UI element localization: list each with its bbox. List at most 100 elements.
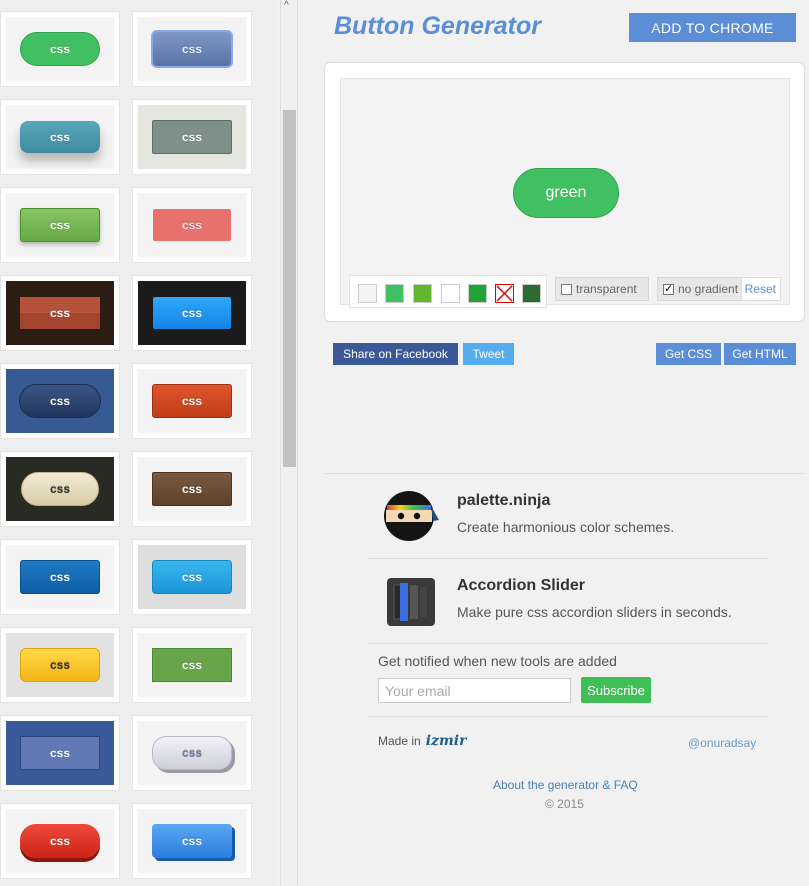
no-gradient-label: no gradient <box>678 282 739 296</box>
swatch-dark-green[interactable] <box>468 284 487 303</box>
sample-button[interactable]: css <box>20 736 100 770</box>
gallery-tile-gray-flat[interactable]: css <box>132 99 252 175</box>
tool-name: palette.ninja <box>457 492 551 509</box>
tile-background: css <box>6 633 114 697</box>
tile-background: css <box>138 457 246 521</box>
reset-button[interactable]: Reset <box>741 277 781 301</box>
sample-button[interactable]: css <box>151 30 233 68</box>
sample-button[interactable]: css <box>21 472 99 506</box>
sample-button[interactable]: css <box>20 208 100 242</box>
newsletter-label: Get notified when new tools are added <box>378 653 617 669</box>
gallery-tile-navy-pill[interactable]: css <box>0 363 120 439</box>
gallery-tile-orange-red[interactable]: css <box>132 363 252 439</box>
swatch-forest[interactable] <box>522 284 541 303</box>
gallery-tile-blue-flat[interactable]: css <box>0 539 120 615</box>
preview-button[interactable]: green <box>513 168 619 218</box>
swatch-light-gray[interactable] <box>358 284 377 303</box>
gallery-tile-cyan-dark[interactable]: css <box>132 275 252 351</box>
ninja-icon <box>384 491 439 541</box>
sample-button[interactable]: css <box>20 297 100 329</box>
gallery-tile-salmon-flat[interactable]: css <box>132 187 252 263</box>
sample-button[interactable]: css <box>19 384 101 418</box>
gallery-tile-green-box[interactable]: css <box>132 627 252 703</box>
get-html-button[interactable]: Get HTML <box>724 343 796 365</box>
tile-background: css <box>138 369 246 433</box>
swatch-lime[interactable] <box>413 284 432 303</box>
sample-button[interactable]: css <box>153 209 231 241</box>
tool-description: Create harmonious color schemes. <box>457 519 675 535</box>
tile-background: css <box>138 17 246 81</box>
tool-palette-ninja[interactable]: palette.ninja Create harmonious color sc… <box>383 491 783 552</box>
about-link[interactable]: About the generator & FAQ <box>493 778 638 792</box>
tile-background: css <box>6 545 114 609</box>
sample-button[interactable]: css <box>152 648 232 682</box>
accordion-icon <box>387 578 435 626</box>
sample-button[interactable]: css <box>20 560 100 594</box>
scrollbar-thumb[interactable] <box>283 110 296 467</box>
gallery-tile-blue-outline[interactable]: css <box>132 11 252 87</box>
sample-button[interactable]: css <box>152 824 232 858</box>
gallery-tile-cream-pill[interactable]: css <box>0 451 120 527</box>
tile-background: css <box>138 281 246 345</box>
sample-button[interactable]: css <box>153 297 231 329</box>
made-in-label: Made in <box>378 734 421 748</box>
subscribe-button[interactable]: Subscribe <box>581 677 651 703</box>
tool-name: Accordion Slider <box>457 577 586 594</box>
tool-accordion-slider[interactable]: Accordion Slider Make pure css accordion… <box>383 577 783 637</box>
gallery-tile-blue-3d[interactable]: css <box>132 803 252 879</box>
button-gallery: css css css css css css css css css css css css css c… <box>0 0 278 886</box>
sample-button[interactable]: css <box>152 560 232 594</box>
tweet-button[interactable]: Tweet <box>463 343 514 365</box>
get-css-button[interactable]: Get CSS <box>656 343 721 365</box>
swatch-white[interactable] <box>441 284 460 303</box>
divider <box>368 643 768 644</box>
share-facebook-button[interactable]: Share on Facebook <box>333 343 458 365</box>
transparent-label: transparent <box>576 282 637 296</box>
gallery-tile-green-flat[interactable]: css <box>0 187 120 263</box>
tile-background: css <box>138 105 246 169</box>
sample-button[interactable]: css <box>20 32 100 66</box>
section-divider <box>324 473 805 474</box>
transparent-toggle[interactable]: transparent <box>555 277 649 301</box>
no-gradient-toggle[interactable]: ✓ no gradient <box>657 277 747 301</box>
gallery-tile-teal-shadow[interactable]: css <box>0 99 120 175</box>
gallery-scrollbar[interactable]: ^ <box>280 0 298 886</box>
tile-background: css <box>138 721 246 785</box>
gallery-tile-yellow[interactable]: css <box>0 627 120 703</box>
tile-background: css <box>138 809 246 873</box>
tile-background: css <box>6 721 114 785</box>
tool-description: Make pure css accordion sliders in secon… <box>457 604 732 620</box>
gallery-tile-indigo[interactable]: css <box>0 715 120 791</box>
tile-background: css <box>6 281 114 345</box>
sample-button[interactable]: css <box>20 121 100 153</box>
sample-button[interactable]: css <box>152 384 232 418</box>
izmir-logo: izmir <box>425 733 467 749</box>
preview-area: green transparent ✓ no gradient Reset <box>340 78 790 308</box>
copyright: © 2015 <box>545 797 584 811</box>
gallery-tile-brown-dark[interactable]: css <box>0 275 120 351</box>
sample-button[interactable]: css <box>20 824 100 858</box>
transparent-checkbox[interactable] <box>561 283 572 295</box>
sample-button[interactable]: css <box>152 736 232 770</box>
no-color-icon <box>496 285 513 302</box>
sample-button[interactable]: css <box>152 120 232 154</box>
made-in: Made in izmir <box>378 733 466 749</box>
gallery-tile-green-pill[interactable]: css <box>0 11 120 87</box>
no-gradient-checkbox[interactable]: ✓ <box>663 283 674 295</box>
gallery-tile-silver-pill[interactable]: css <box>132 715 252 791</box>
gallery-tile-red-pill[interactable]: css <box>0 803 120 879</box>
sample-button[interactable]: css <box>20 648 100 682</box>
scroll-up-icon[interactable]: ^ <box>284 0 289 11</box>
gallery-tile-sky-blue[interactable]: css <box>132 539 252 615</box>
tile-background: css <box>6 105 114 169</box>
author-handle-link[interactable]: @onuradsay <box>688 736 756 750</box>
divider <box>368 716 768 717</box>
add-to-chrome-button[interactable]: ADD TO CHROME <box>629 13 796 42</box>
gallery-tile-brown-flat[interactable]: css <box>132 451 252 527</box>
email-field[interactable] <box>378 678 571 703</box>
tile-background: css <box>6 193 114 257</box>
swatch-green[interactable] <box>385 284 404 303</box>
tile-background: css <box>6 809 114 873</box>
sample-button[interactable]: css <box>152 472 232 506</box>
swatch-none[interactable] <box>495 284 514 303</box>
